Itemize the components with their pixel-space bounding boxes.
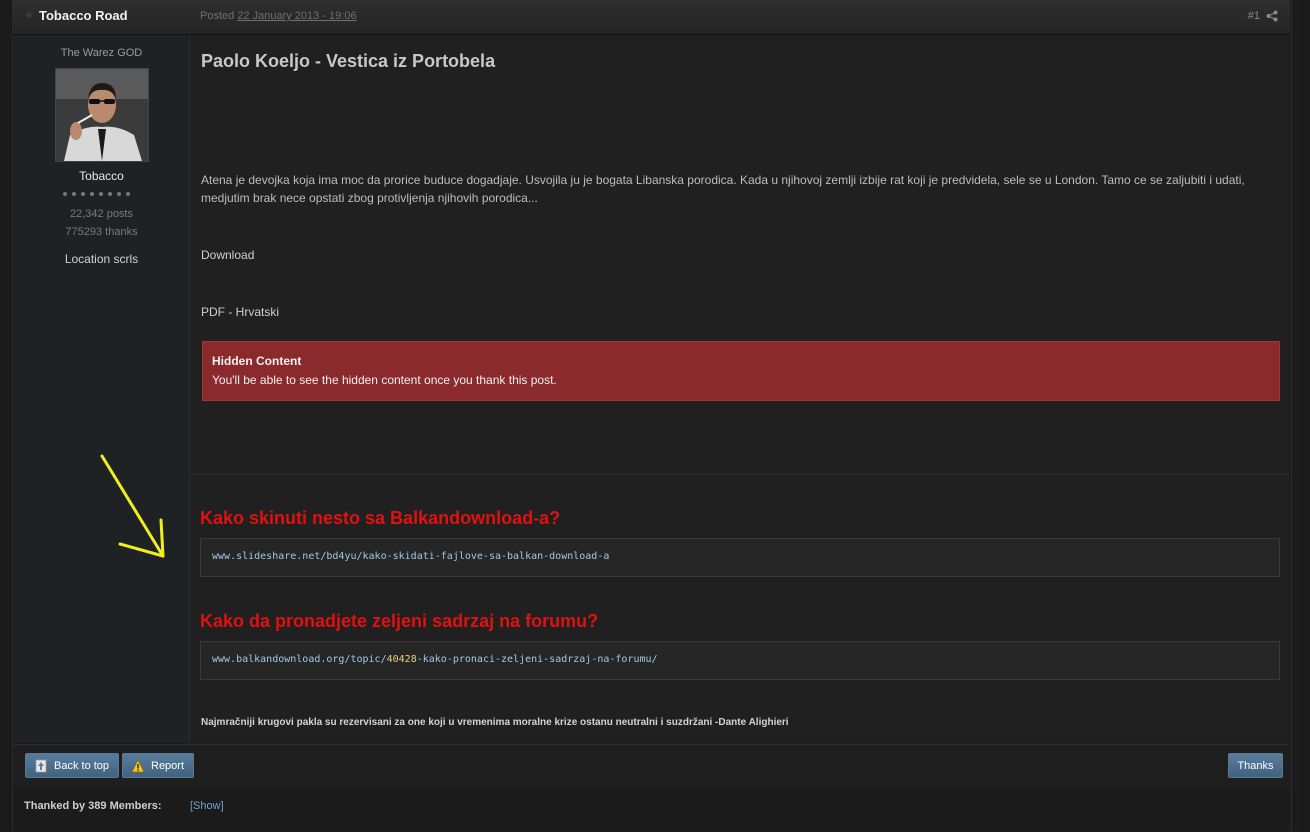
rank-pip [108, 192, 112, 196]
code-link-download[interactable]: www.slideshare.net/bd4yu/kako-skidati-fa… [212, 551, 609, 562]
rank-pip [99, 192, 103, 196]
code-box-download: www.slideshare.net/bd4yu/kako-skidati-fa… [200, 538, 1280, 577]
post-controls-bar: Back to top Report Thanks [14, 744, 1289, 789]
thanks-count: 775293 thanks [65, 226, 138, 238]
thanked-by-label: Thanked by 389 Members: [24, 800, 162, 812]
warning-icon [131, 758, 145, 772]
avatar-image [56, 69, 148, 161]
rank-pips [63, 192, 130, 196]
post-count: 22,342 posts [70, 208, 133, 220]
author-location: Location scrls [64, 252, 139, 266]
rank-pip [81, 192, 85, 196]
code-url-number: 40428 [386, 654, 417, 665]
show-thankers-link[interactable]: [Show] [190, 800, 224, 812]
code-link-search[interactable]: www.balkandownload.org/topic/40428-kako-… [212, 654, 658, 665]
rank-pip [63, 192, 67, 196]
hidden-content-text: You'll be able to see the hidden content… [212, 373, 557, 387]
post-author-name[interactable]: Tobacco Road [39, 8, 128, 23]
rank-pip [72, 192, 76, 196]
signature-heading-search: Kako da pronadjete zeljeni sadrzaj na fo… [200, 611, 599, 631]
author-panel: The Warez GOD Tobacco 22,342 posts 77529… [14, 35, 190, 743]
rank-pip [90, 192, 94, 196]
download-label: Download [201, 248, 255, 262]
posted-prefix: Posted [200, 10, 235, 22]
thanked-by-bar: Thanked by 389 Members: [Show] [14, 788, 1289, 828]
page-left-edge [0, 0, 12, 832]
post-body: Paolo Koeljo - Vestica iz Portobela Aten… [190, 35, 1289, 743]
page-right-edge [1298, 0, 1310, 832]
yellow-arrow-annotation [100, 454, 165, 558]
rank-pip [126, 192, 130, 196]
hidden-content-box: Hidden Content You'll be able to see the… [202, 341, 1280, 401]
back-to-top-icon [35, 759, 47, 772]
thanks-button[interactable]: Thanks [1228, 753, 1283, 778]
post-title: Paolo Koeljo - Vestica iz Portobela [201, 51, 496, 71]
hidden-content-title: Hidden Content [212, 354, 302, 368]
thanks-label: Thanks [1237, 759, 1274, 772]
avatar[interactable] [55, 68, 149, 162]
rank-pip [117, 192, 121, 196]
report-button[interactable]: Report [122, 753, 194, 778]
author-username[interactable]: Tobacco [14, 169, 189, 183]
back-to-top-button[interactable]: Back to top [25, 753, 119, 778]
posted-date: 22 January 2013 - 19:06 [237, 10, 357, 22]
posted-info: Posted 22 January 2013 - 19:06 [200, 10, 357, 22]
format-label: PDF - Hrvatski [201, 305, 279, 319]
signature-quote: Najmračniji krugovi pakla su rezervisani… [201, 717, 789, 728]
report-label: Report [151, 759, 185, 772]
post-description: Atena je devojka koja ima moc da prorice… [201, 173, 1245, 205]
back-to-top-label: Back to top [54, 759, 110, 772]
share-icon[interactable] [1266, 10, 1278, 22]
author-rank-title: The Warez GOD [60, 47, 143, 59]
post-header: Tobacco Road Posted 22 January 2013 - 19… [12, 0, 1290, 35]
online-status-icon [26, 12, 32, 18]
code-url-prefix: www.balkandownload.org/topic/ [212, 654, 387, 665]
code-url-suffix: -kako-pronaci-zeljeni-sadrzaj-na-forumu/ [416, 654, 658, 665]
code-box-search: www.balkandownload.org/topic/40428-kako-… [200, 641, 1280, 680]
signature-divider [190, 474, 1289, 475]
post-number-link[interactable]: #1 [1248, 10, 1260, 22]
signature-heading-download: Kako skinuti nesto sa Balkandownload-a? [200, 508, 561, 528]
